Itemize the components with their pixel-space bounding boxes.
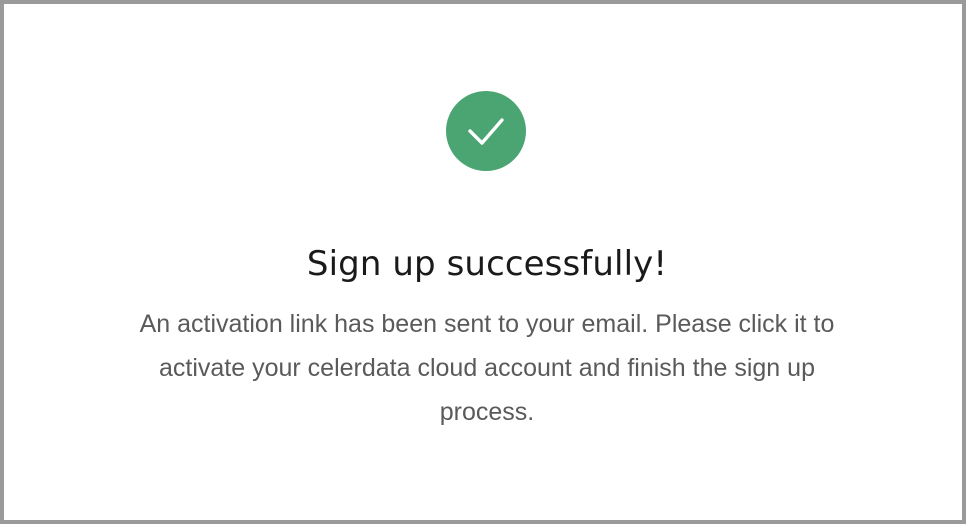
activation-message: An activation link has been sent to your… [139,310,835,426]
page-title: Sign up successfully! [306,244,668,284]
check-circle-icon [446,91,526,171]
signup-success-panel: Sign up successfully! An activation link… [0,0,966,524]
checkmark-icon [468,118,504,145]
